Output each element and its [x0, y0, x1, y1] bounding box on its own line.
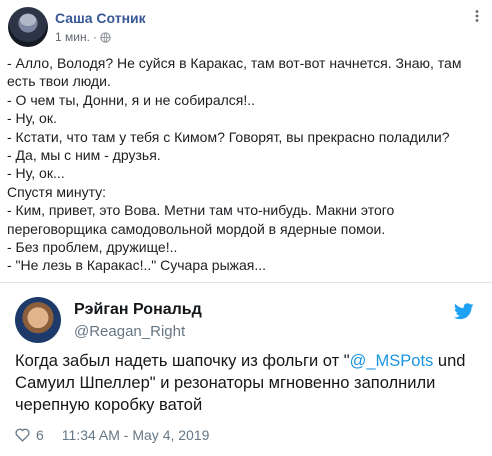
- tweet-line-end: und: [433, 352, 466, 370]
- tweet-line: Самуил Шпеллер" и резонаторы мгновенно з…: [15, 374, 436, 392]
- tweet-author-name[interactable]: Рэйган Рональд: [74, 301, 202, 319]
- post-line: Спустя минуту:: [7, 183, 107, 200]
- embedded-tweet: Рэйган Рональд @Reagan_Right Когда забыл…: [0, 282, 492, 456]
- globe-icon: [100, 31, 111, 43]
- post-line: - Алло, Володя? Не суйся в Каракас, там …: [7, 55, 462, 71]
- post-line: - Без проблем, дружище!..: [7, 239, 178, 256]
- heart-icon[interactable]: [15, 428, 30, 442]
- tweet-author-avatar[interactable]: [15, 297, 61, 343]
- post-line: - "Не лезь в Каракас!.." Сучара рыжая...: [7, 257, 267, 274]
- facebook-post: Саша Сотник 1 мин. · - Алло, Володя? Не …: [0, 0, 492, 282]
- post-line: есть твои люди.: [7, 73, 111, 90]
- post-header: Саша Сотник 1 мин. ·: [8, 7, 484, 47]
- post-time[interactable]: 1 мин.: [55, 30, 90, 44]
- post-line: - Кстати, что там у тебя с Кимом? Говоря…: [7, 128, 450, 145]
- tweet-footer: 6 11:34 AM - May 4, 2019: [15, 427, 209, 443]
- tweet-line-start: Когда забыл надеть шапочку из фольги от …: [15, 352, 350, 370]
- tweet-author-handle[interactable]: @Reagan_Right: [74, 323, 185, 340]
- post-line: - О чем ты, Донни, я и не собирался!..: [7, 91, 256, 108]
- post-line: - Ну, ок.: [7, 110, 57, 127]
- post-meta: 1 мин. ·: [55, 30, 111, 44]
- twitter-bird-icon[interactable]: [454, 303, 474, 320]
- more-options-icon[interactable]: [470, 9, 484, 23]
- author-avatar[interactable]: [8, 7, 48, 47]
- tweet-mention-link[interactable]: @_MSPots: [350, 352, 434, 370]
- tweet-line: черепную коробку ватой: [15, 396, 203, 414]
- post-line: - Ну, ок...: [7, 165, 65, 182]
- tweet-text: Когда забыл надеть шапочку из фольги от …: [15, 350, 485, 416]
- post-line: - Ким, привет, это Вова. Метни там что-н…: [7, 202, 395, 219]
- tweet-line: Когда забыл надеть шапочку из фольги от …: [15, 350, 485, 372]
- post-line: - Да, мы с ним - друзья.: [7, 147, 161, 164]
- meta-separator: ·: [92, 30, 97, 44]
- like-count[interactable]: 6: [36, 427, 44, 443]
- post-body: - Алло, Володя? Не суйся в Каракас, там …: [7, 54, 485, 275]
- post-line: переговорщика самодовольной мордой в яде…: [7, 220, 386, 237]
- author-name[interactable]: Саша Сотник: [55, 10, 146, 26]
- tweet-timestamp[interactable]: 11:34 AM - May 4, 2019: [62, 427, 210, 443]
